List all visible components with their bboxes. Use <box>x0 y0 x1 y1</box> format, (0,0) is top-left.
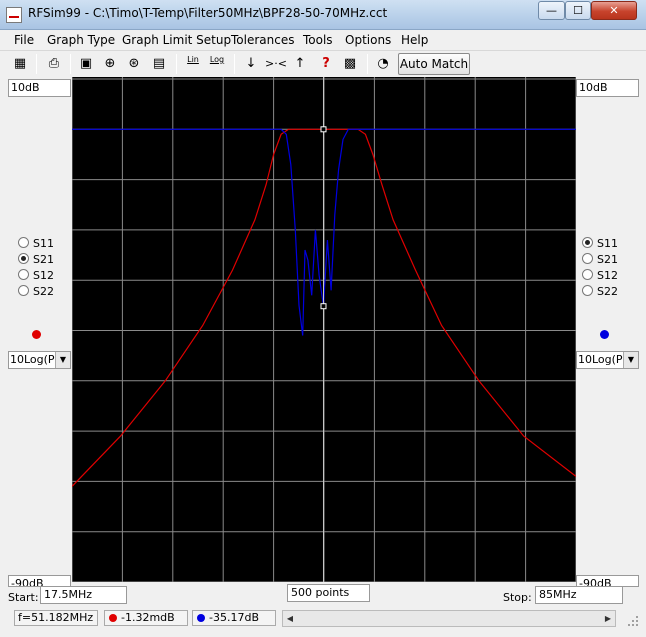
marker-point-s11[interactable] <box>320 303 327 310</box>
match-icon[interactable]: ◔ <box>373 54 393 74</box>
lin-icon[interactable]: Lin <box>183 54 203 74</box>
smith-icon[interactable]: ⊛ <box>124 54 144 74</box>
left-trace-color-dot <box>32 330 41 339</box>
radio-label: S22 <box>33 285 54 298</box>
radio-icon <box>582 285 593 296</box>
left-panel: 10dB S11 S21 S12 S22 10Log(P) ▼ -90dB <box>0 77 72 587</box>
chip-icon[interactable]: ▩ <box>340 54 360 74</box>
right-radio-s12[interactable]: S12 <box>582 268 618 284</box>
polar-icon[interactable]: ⊕ <box>100 54 120 74</box>
menu-graph-limit-setup[interactable]: Graph Limit Setup <box>122 33 231 47</box>
zoom-in-icon[interactable]: >·< <box>265 54 287 74</box>
radio-checked-icon <box>582 237 593 248</box>
arrow-up-icon[interactable]: ↑ <box>290 54 310 74</box>
right-format-value: 10Log(P) <box>578 353 627 366</box>
window-title: RFSim99 - C:\Timo\T-Temp\Filter50MHz\BPF… <box>28 6 388 20</box>
maximize-button[interactable]: ☐ <box>565 1 591 20</box>
table-icon[interactable]: ▤ <box>149 54 169 74</box>
right-radio-s22[interactable]: S22 <box>582 284 618 300</box>
print-icon[interactable]: ⎙ <box>44 54 64 74</box>
right-radio-s11[interactable]: S11 <box>582 236 618 252</box>
left-radio-s22[interactable]: S22 <box>18 284 54 300</box>
horizontal-scrollbar[interactable]: ◀ ▶ <box>282 610 616 627</box>
blue-trace-icon <box>197 614 205 622</box>
arrow-down-icon[interactable]: ↓ <box>241 54 261 74</box>
status-s21: -1.32mdB <box>104 610 188 626</box>
auto-match-button[interactable]: Auto Match <box>398 53 470 75</box>
radio-icon <box>18 237 29 248</box>
right-radio-s21[interactable]: S21 <box>582 252 618 268</box>
left-radio-s11[interactable]: S11 <box>18 236 54 252</box>
minimize-button[interactable]: — <box>538 1 565 20</box>
radio-label: S21 <box>33 253 54 266</box>
marker-point-s21[interactable] <box>320 126 327 133</box>
graph-area[interactable] <box>71 77 577 583</box>
component-grid-icon[interactable]: ▦ <box>10 54 30 74</box>
toolbar-separator <box>70 54 71 74</box>
menu-tools[interactable]: Tools <box>303 33 333 47</box>
menu-graph-type[interactable]: Graph Type <box>47 33 115 47</box>
right-format-select[interactable]: 10Log(P) ▼ <box>576 351 639 369</box>
radio-checked-icon <box>18 253 29 264</box>
radio-label: S22 <box>597 285 618 298</box>
right-scale-top[interactable]: 10dB <box>576 79 639 97</box>
radio-icon <box>582 253 593 264</box>
app-icon <box>6 7 22 23</box>
radio-icon <box>18 269 29 280</box>
toolbar-separator <box>176 54 177 74</box>
toolbar-separator <box>234 54 235 74</box>
menu-options[interactable]: Options <box>345 33 391 47</box>
left-format-select[interactable]: 10Log(P) ▼ <box>8 351 71 369</box>
menu-help[interactable]: Help <box>401 33 428 47</box>
menu-tolerances[interactable]: Tolerances <box>231 33 294 47</box>
menu-bar: File Graph Type Graph Limit Setup Tolera… <box>0 30 646 50</box>
help-cursor-icon[interactable]: ? <box>316 54 336 74</box>
left-scale-top[interactable]: 10dB <box>8 79 71 97</box>
status-s11-value: -35.17dB <box>209 611 259 624</box>
stop-label: Stop: <box>503 591 532 604</box>
radio-label: S11 <box>597 237 618 250</box>
left-radio-s12[interactable]: S12 <box>18 268 54 284</box>
radio-icon <box>582 269 593 280</box>
scroll-right-icon[interactable]: ▶ <box>601 611 615 626</box>
start-frequency-input[interactable]: 17.5MHz <box>40 586 127 604</box>
radio-label: S21 <box>597 253 618 266</box>
status-frequency: f=51.182MHz <box>14 610 98 626</box>
toolbar-separator <box>36 54 37 74</box>
menu-file[interactable]: File <box>14 33 34 47</box>
start-label: Start: <box>8 591 39 604</box>
radio-label: S11 <box>33 237 54 250</box>
points-input[interactable]: 500 points <box>287 584 370 602</box>
radio-label: S12 <box>597 269 618 282</box>
scroll-left-icon[interactable]: ◀ <box>283 611 297 626</box>
status-s11: -35.17dB <box>192 610 276 626</box>
graph-canvas[interactable] <box>71 77 577 583</box>
status-s21-value: -1.32mdB <box>121 611 175 624</box>
left-param-group: S11 S21 S12 S22 <box>18 236 54 300</box>
close-button[interactable]: ✕ <box>591 1 637 20</box>
right-param-group: S11 S21 S12 S22 <box>582 236 618 300</box>
graph-rect-icon[interactable]: ▣ <box>76 54 96 74</box>
resize-grip-glyph <box>628 616 638 626</box>
chevron-down-icon[interactable]: ▼ <box>623 352 638 368</box>
red-trace-icon <box>109 614 117 622</box>
left-format-value: 10Log(P) <box>10 353 59 366</box>
chevron-down-icon[interactable]: ▼ <box>55 352 70 368</box>
right-trace-color-dot <box>600 330 609 339</box>
left-radio-s21[interactable]: S21 <box>18 252 54 268</box>
resize-grip-icon[interactable] <box>620 612 642 632</box>
log-icon[interactable]: Log <box>207 54 227 74</box>
toolbar: ▦ ⎙ ▣ ⊕ ⊛ ▤ Lin Log ↓ >·< ↑ ? ▩ ◔ Auto M… <box>0 50 646 76</box>
radio-label: S12 <box>33 269 54 282</box>
toolbar-separator <box>367 54 368 74</box>
stop-frequency-input[interactable]: 85MHz <box>535 586 623 604</box>
radio-icon <box>18 285 29 296</box>
right-panel: 10dB S11 S21 S12 S22 10Log(P) ▼ -90dB <box>576 77 646 587</box>
